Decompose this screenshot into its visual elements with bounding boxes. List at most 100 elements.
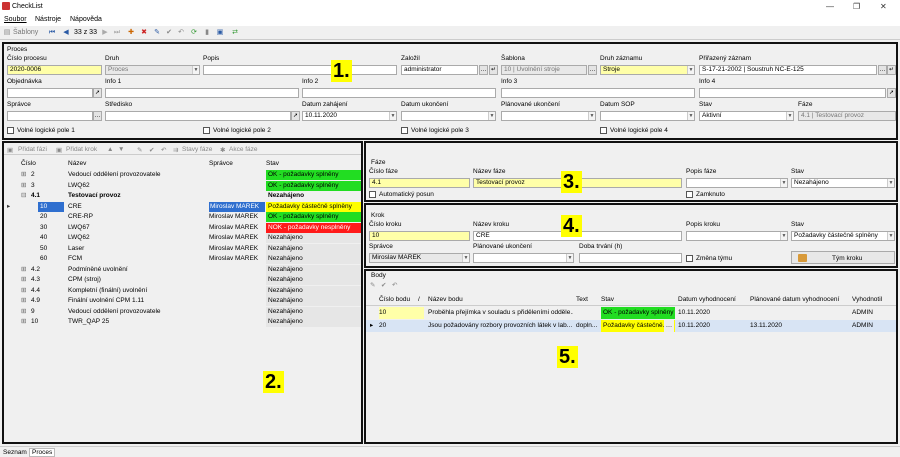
doba-trvani-field[interactable]	[579, 253, 682, 263]
edit-icon[interactable]: ✎	[153, 29, 161, 37]
chevron-down-icon[interactable]: ▼	[389, 112, 396, 120]
objednavka-field[interactable]	[7, 88, 93, 98]
objednavka-pin-icon[interactable]: ➚	[93, 88, 102, 98]
expand-icon[interactable]: ⊞	[21, 317, 26, 327]
save-icon[interactable]: ✔	[165, 29, 173, 37]
druh-field[interactable]: Proces ▼	[105, 65, 200, 75]
cancel-icon[interactable]: ↶	[392, 281, 397, 289]
move-up-icon[interactable]: ▲	[107, 146, 113, 153]
tree-row[interactable]: ⊞ 9 Vedoucí oddělení provozovatele Nezaháje…	[4, 306, 361, 317]
vlp2-checkbox[interactable]	[203, 127, 210, 134]
auto-posun-checkbox[interactable]	[369, 191, 376, 198]
menu-napoveda[interactable]: Nápověda	[70, 16, 102, 23]
col-stav-header[interactable]: Stav	[601, 296, 614, 303]
info4-pin-icon[interactable]: ➚	[887, 88, 896, 98]
col-cislo-bodu-header[interactable]: Číslo bodu	[379, 296, 410, 303]
chevron-down-icon[interactable]: ▼	[780, 232, 787, 240]
stredisko-field[interactable]	[105, 111, 291, 121]
popis-kroku-field[interactable]: ▼	[686, 231, 788, 241]
prirazeny-zaznam-field[interactable]: S-17-21-2002 | Soustruh NC-E-125	[699, 65, 877, 75]
tym-kroku-button[interactable]: Tým kroku	[791, 251, 895, 264]
spravce-kroku-field[interactable]: Miroslav MAREK ▼	[369, 253, 470, 263]
datum-sop-field[interactable]: ▼	[600, 111, 695, 121]
tab-proces[interactable]: Proces	[29, 448, 56, 457]
chevron-down-icon[interactable]: ▼	[687, 66, 694, 74]
cislo-procesu-field[interactable]: 2020-0006	[7, 65, 102, 75]
tree-row[interactable]: ⊞ 4.2 Podmíněné uvolnění Nezahájeno	[4, 264, 361, 275]
tree-row[interactable]: ⊞ 4.3 CPM (stroj) Nezahájeno	[4, 275, 361, 285]
popis-faze-field[interactable]: ▼	[686, 178, 788, 188]
zamknuto-checkbox[interactable]	[686, 191, 693, 198]
col-planovane-header[interactable]: Plánované datum vyhodnocení	[750, 296, 839, 303]
expand-icon[interactable]: ⊞	[21, 181, 26, 191]
datum-zahajeni-field[interactable]: 10.11.2020 ▼	[302, 111, 397, 121]
faze-field[interactable]: 4.1 | Testovací provoz	[798, 111, 896, 121]
add-step-button[interactable]: Přidat krok	[66, 146, 97, 153]
chevron-down-icon[interactable]: ▼	[687, 112, 694, 120]
tree-row[interactable]: 40 LWQ62 Miroslav MAREK Nezahájeno	[4, 233, 361, 243]
col-cislo-header[interactable]: Číslo	[21, 160, 36, 167]
popis-field[interactable]	[203, 65, 397, 75]
last-record-icon[interactable]: ⏭	[113, 29, 121, 37]
tab-seznam[interactable]: Seznam	[3, 449, 27, 456]
tree-row[interactable]: ▸ 10 CRE Miroslav MAREK Požadavky částečně s…	[4, 201, 361, 212]
move-down-icon[interactable]: ▼	[118, 146, 124, 153]
expand-icon[interactable]: ⊞	[21, 286, 26, 296]
chevron-down-icon[interactable]: ▼	[566, 254, 573, 262]
stav-picker-icon[interactable]: …	[664, 320, 674, 332]
body-row[interactable]: ▸ 20 Jsou požadovány rozbory provozních lá…	[366, 320, 896, 332]
info3-field[interactable]	[501, 88, 695, 98]
prev-record-icon[interactable]: ◀	[62, 29, 70, 37]
tree-row[interactable]: ⊞ 2 Vedoucí oddělení provozovatele OK - pož…	[4, 170, 361, 180]
phase-states-button[interactable]: Stavy fáze	[182, 146, 212, 153]
spravce-field[interactable]	[7, 111, 93, 121]
zalozil-clear-icon[interactable]: ↵	[489, 65, 498, 75]
col-nazev-header[interactable]: Název	[68, 160, 86, 167]
save-icon[interactable]: ✔	[381, 281, 386, 289]
info1-field[interactable]	[105, 88, 299, 98]
stav-kroku-field[interactable]: Požadavky částečně splněny ▼	[791, 231, 895, 241]
info2-field[interactable]	[302, 88, 496, 98]
templates-button[interactable]: Šablony	[13, 29, 38, 36]
save-icon[interactable]: ✔	[149, 146, 154, 154]
tree-row[interactable]: ⊞ 4.9 Finální uvolnění CPM 1.11 Nezahájeno	[4, 296, 361, 306]
maximize-icon[interactable]: ❐	[853, 2, 860, 11]
edit-icon[interactable]: ✎	[137, 146, 142, 154]
tree-row[interactable]: 60 FCM Miroslav MAREK Nezahájeno	[4, 254, 361, 264]
delete-record-icon[interactable]: ✖	[140, 29, 148, 37]
planovane-ukonceni-field[interactable]: ▼	[501, 111, 596, 121]
cancel-icon[interactable]: ↶	[161, 146, 166, 154]
zalozil-field[interactable]: administrator	[401, 65, 478, 75]
prirazeny-lookup-icon[interactable]: …	[878, 65, 887, 75]
tree-row[interactable]: 20 CRE-RP Miroslav MAREK OK - požadavky spl…	[4, 212, 361, 222]
col-datum-header[interactable]: Datum vyhodnocení	[678, 296, 736, 303]
phase-actions-button[interactable]: Akce fáze	[229, 146, 258, 153]
chevron-down-icon[interactable]: ▼	[588, 112, 595, 120]
cislo-faze-field[interactable]: 4.1	[369, 178, 470, 188]
vlp3-checkbox[interactable]	[401, 127, 408, 134]
col-text-header[interactable]: Text	[576, 296, 588, 303]
chevron-down-icon[interactable]: ▼	[462, 254, 469, 262]
cislo-kroku-field[interactable]: 10	[369, 231, 470, 241]
menu-soubor[interactable]: Soubor	[4, 16, 27, 23]
tree-row[interactable]: 50 Laser Miroslav MAREK Nezahájeno	[4, 243, 361, 254]
tree-row[interactable]: 30 LWQ67 Miroslav MAREK NOK - požadavky nes…	[4, 222, 361, 233]
col-spravce-header[interactable]: Správce	[209, 160, 233, 167]
stav-field[interactable]: Aktivní ▼	[699, 111, 794, 121]
prirazeny-clear-icon[interactable]: ↵	[887, 65, 896, 75]
collapse-icon[interactable]: ⊟	[21, 191, 26, 201]
zalozil-lookup-icon[interactable]: …	[479, 65, 488, 75]
minimize-icon[interactable]: —	[826, 2, 834, 11]
refresh-icon[interactable]: ⟳	[190, 29, 198, 37]
tree-row[interactable]: ⊞ 10 TWR_QAP 25 Nezahájeno	[4, 317, 361, 327]
datum-ukonceni-field[interactable]: ▼	[401, 111, 496, 121]
expand-icon[interactable]: ⊞	[21, 296, 26, 306]
new-record-icon[interactable]: ✚	[127, 29, 135, 37]
col-vyhodnotil-header[interactable]: Vyhodnotil	[852, 296, 882, 303]
close-icon[interactable]: ✕	[880, 2, 887, 11]
cancel-icon[interactable]: ↶	[177, 29, 185, 37]
spravce-lookup-icon[interactable]: …	[93, 111, 102, 121]
expand-icon[interactable]: ⊞	[21, 275, 26, 285]
chevron-down-icon[interactable]: ▼	[887, 179, 894, 187]
chevron-down-icon[interactable]: ▼	[780, 179, 787, 187]
